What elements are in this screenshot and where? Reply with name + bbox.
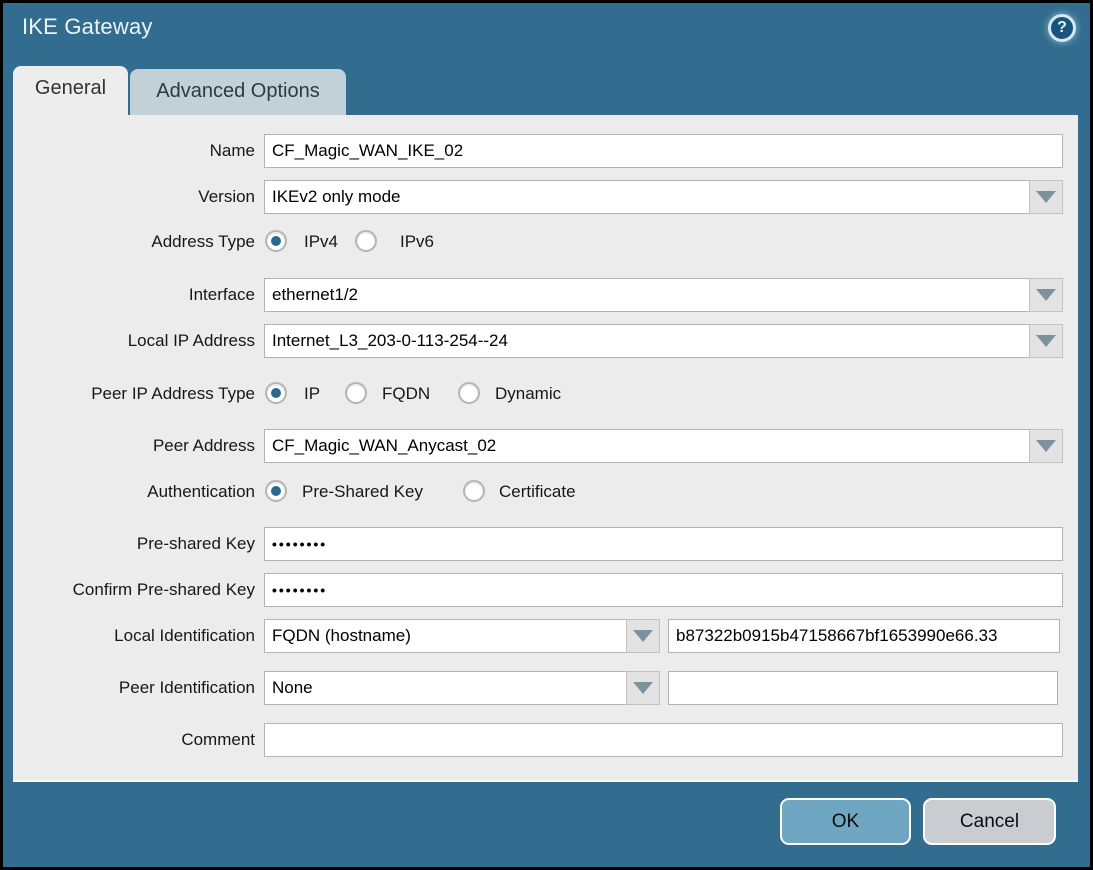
radio-peer-fqdn[interactable] xyxy=(345,382,367,404)
local-identification-value-input[interactable] xyxy=(668,619,1060,653)
interface-input[interactable] xyxy=(264,278,1030,312)
comment-row: Comment xyxy=(13,723,1078,757)
confirm-pre-shared-key-input[interactable] xyxy=(264,573,1063,607)
ok-button-label: OK xyxy=(832,811,859,833)
chevron-down-icon xyxy=(1036,289,1056,301)
chevron-down-icon xyxy=(1036,440,1056,452)
local-ip-address-label: Local IP Address xyxy=(13,324,255,358)
tab-general[interactable]: General xyxy=(13,66,128,120)
chevron-down-icon xyxy=(633,630,653,642)
radio-peer-dynamic[interactable] xyxy=(458,382,480,404)
peer-identification-label: Peer Identification xyxy=(13,671,255,705)
local-ip-address-input[interactable] xyxy=(264,324,1030,358)
chevron-down-icon xyxy=(1036,335,1056,347)
interface-label: Interface xyxy=(13,278,255,312)
radio-peer-ip-label: IP xyxy=(304,380,320,407)
tab-advanced-options-label: Advanced Options xyxy=(156,80,319,103)
interface-dropdown-button[interactable] xyxy=(1029,278,1063,312)
ike-gateway-dialog: IKE Gateway ? General Advanced Options N… xyxy=(0,0,1093,870)
pre-shared-key-input[interactable] xyxy=(264,527,1063,561)
name-label: Name xyxy=(13,134,255,168)
interface-row: Interface xyxy=(13,278,1078,312)
peer-address-input[interactable] xyxy=(264,429,1030,463)
version-row: Version xyxy=(13,180,1078,214)
comment-input[interactable] xyxy=(264,723,1063,757)
version-dropdown-button[interactable] xyxy=(1029,180,1063,214)
local-identification-type-input[interactable] xyxy=(264,619,627,653)
local-identification-row: Local Identification xyxy=(13,619,1078,653)
pre-shared-key-row: Pre-shared Key xyxy=(13,527,1078,561)
radio-certificate[interactable] xyxy=(463,480,485,502)
general-tab-panel: Name Version Address Type IPv4 IPv6 Inte… xyxy=(13,115,1078,782)
ok-button[interactable]: OK xyxy=(780,798,911,845)
version-label: Version xyxy=(13,180,255,214)
peer-ip-address-type-label: Peer IP Address Type xyxy=(13,380,255,407)
peer-identification-row: Peer Identification xyxy=(13,671,1078,705)
cancel-button-label: Cancel xyxy=(960,811,1019,833)
cancel-button[interactable]: Cancel xyxy=(923,798,1056,845)
radio-pre-shared-key-label: Pre-Shared Key xyxy=(302,478,423,505)
radio-ipv6[interactable] xyxy=(355,230,377,252)
radio-ipv4[interactable] xyxy=(265,230,287,252)
pre-shared-key-label: Pre-shared Key xyxy=(13,527,255,561)
confirm-pre-shared-key-row: Confirm Pre-shared Key xyxy=(13,573,1078,607)
name-row: Name xyxy=(13,134,1078,168)
radio-ipv4-label: IPv4 xyxy=(304,228,338,255)
peer-address-row: Peer Address xyxy=(13,429,1078,463)
peer-identification-dropdown-button[interactable] xyxy=(626,671,660,705)
address-type-label: Address Type xyxy=(13,228,255,255)
chevron-down-icon xyxy=(633,682,653,694)
radio-peer-ip[interactable] xyxy=(265,382,287,404)
local-ip-address-row: Local IP Address xyxy=(13,324,1078,358)
radio-certificate-label: Certificate xyxy=(499,478,576,505)
tab-general-label: General xyxy=(35,77,106,100)
chevron-down-icon xyxy=(1036,191,1056,203)
radio-peer-dynamic-label: Dynamic xyxy=(495,380,561,407)
radio-pre-shared-key[interactable] xyxy=(265,480,287,502)
local-ip-address-dropdown-button[interactable] xyxy=(1029,324,1063,358)
authentication-label: Authentication xyxy=(13,478,255,505)
confirm-pre-shared-key-label: Confirm Pre-shared Key xyxy=(13,573,255,607)
authentication-row: Authentication Pre-Shared Key Certificat… xyxy=(13,478,1078,505)
local-identification-label: Local Identification xyxy=(13,619,255,653)
peer-identification-type-input[interactable] xyxy=(264,671,627,705)
local-identification-dropdown-button[interactable] xyxy=(626,619,660,653)
peer-ip-address-type-row: Peer IP Address Type IP FQDN Dynamic xyxy=(13,380,1078,407)
radio-ipv6-label: IPv6 xyxy=(400,228,434,255)
radio-peer-fqdn-label: FQDN xyxy=(382,380,430,407)
address-type-row: Address Type IPv4 IPv6 xyxy=(13,228,1078,255)
dialog-title: IKE Gateway xyxy=(22,14,153,40)
peer-address-dropdown-button[interactable] xyxy=(1029,429,1063,463)
comment-label: Comment xyxy=(13,723,255,757)
peer-identification-value-input[interactable] xyxy=(668,671,1058,705)
version-input[interactable] xyxy=(264,180,1030,214)
name-input[interactable] xyxy=(264,134,1063,168)
help-icon[interactable]: ? xyxy=(1048,14,1076,42)
peer-address-label: Peer Address xyxy=(13,429,255,463)
